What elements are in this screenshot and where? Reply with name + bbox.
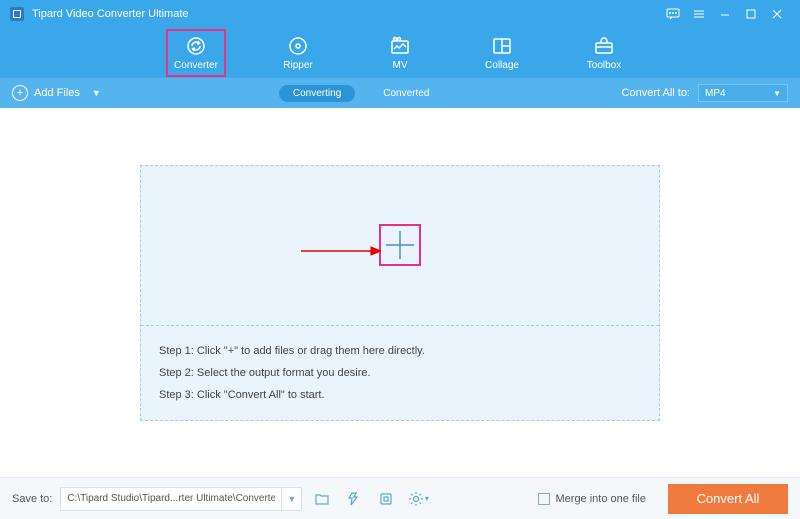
maximize-button[interactable] bbox=[738, 0, 764, 28]
tab-toolbox[interactable]: Toolbox bbox=[574, 29, 634, 77]
chevron-down-icon: ▼ bbox=[92, 88, 101, 98]
menu-icon[interactable] bbox=[686, 0, 712, 28]
output-format-value: MP4 bbox=[705, 88, 726, 99]
convert-all-button[interactable]: Convert All bbox=[668, 484, 788, 514]
close-button[interactable] bbox=[764, 0, 790, 28]
save-path-field[interactable]: ▼ bbox=[60, 487, 302, 511]
tab-ripper[interactable]: Ripper bbox=[268, 29, 328, 77]
chevron-down-icon: ▼ bbox=[773, 89, 781, 98]
collage-icon bbox=[491, 35, 513, 57]
app-title: Tipard Video Converter Ultimate bbox=[32, 8, 189, 20]
add-files-plus-button[interactable] bbox=[379, 224, 421, 266]
tab-label: Ripper bbox=[283, 60, 312, 71]
hardware-accel-button[interactable] bbox=[374, 487, 398, 511]
step-1-text: Step 1: Click "+" to add files or drag t… bbox=[159, 340, 641, 362]
add-files-label: Add Files bbox=[34, 87, 80, 99]
tab-label: Toolbox bbox=[587, 60, 621, 71]
feedback-icon[interactable] bbox=[660, 0, 686, 28]
add-files-button[interactable]: + Add Files ▼ bbox=[12, 85, 101, 101]
step-3-text: Step 3: Click "Convert All" to start. bbox=[159, 384, 641, 406]
convert-all-to-label: Convert All to: bbox=[622, 87, 690, 99]
drop-zone[interactable]: Step 1: Click "+" to add files or drag t… bbox=[140, 165, 660, 421]
main-area: Step 1: Click "+" to add files or drag t… bbox=[0, 108, 800, 477]
save-path-dropdown[interactable]: ▼ bbox=[281, 487, 301, 511]
minimize-button[interactable] bbox=[712, 0, 738, 28]
save-to-label: Save to: bbox=[12, 493, 52, 505]
checkbox-icon bbox=[538, 493, 550, 505]
main-nav: Converter Ripper MV Collage Toolbox bbox=[0, 28, 800, 78]
output-format-select[interactable]: MP4 ▼ bbox=[698, 84, 788, 102]
tab-converter[interactable]: Converter bbox=[166, 29, 226, 77]
annotation-arrow-icon bbox=[301, 244, 381, 262]
mv-icon bbox=[389, 35, 411, 57]
shutdown-toggle-button[interactable] bbox=[342, 487, 366, 511]
plus-circle-icon: + bbox=[12, 85, 28, 101]
open-folder-button[interactable] bbox=[310, 487, 334, 511]
toolbar: + Add Files ▼ Converting Converted Conve… bbox=[0, 78, 800, 108]
instructions: Step 1: Click "+" to add files or drag t… bbox=[141, 326, 659, 420]
save-path-input[interactable] bbox=[61, 493, 281, 504]
tab-label: Converter bbox=[174, 60, 218, 71]
converter-icon bbox=[185, 35, 207, 57]
merge-label: Merge into one file bbox=[556, 493, 647, 505]
tab-label: Collage bbox=[485, 60, 519, 71]
titlebar: Tipard Video Converter Ultimate bbox=[0, 0, 800, 28]
step-2-text: Step 2: Select the output format you des… bbox=[159, 362, 641, 384]
ripper-icon bbox=[287, 35, 309, 57]
drop-target[interactable] bbox=[141, 166, 659, 326]
tab-converting[interactable]: Converting bbox=[279, 85, 355, 102]
settings-button[interactable]: ▾ bbox=[406, 487, 430, 511]
footer: Save to: ▼ ▾ Merge into one file Convert… bbox=[0, 477, 800, 519]
tab-collage[interactable]: Collage bbox=[472, 29, 532, 77]
tab-mv[interactable]: MV bbox=[370, 29, 430, 77]
toolbox-icon bbox=[593, 35, 615, 57]
tab-converted[interactable]: Converted bbox=[369, 85, 443, 102]
app-logo-icon bbox=[10, 7, 24, 21]
merge-checkbox[interactable]: Merge into one file bbox=[538, 493, 647, 505]
tab-label: MV bbox=[393, 60, 408, 71]
